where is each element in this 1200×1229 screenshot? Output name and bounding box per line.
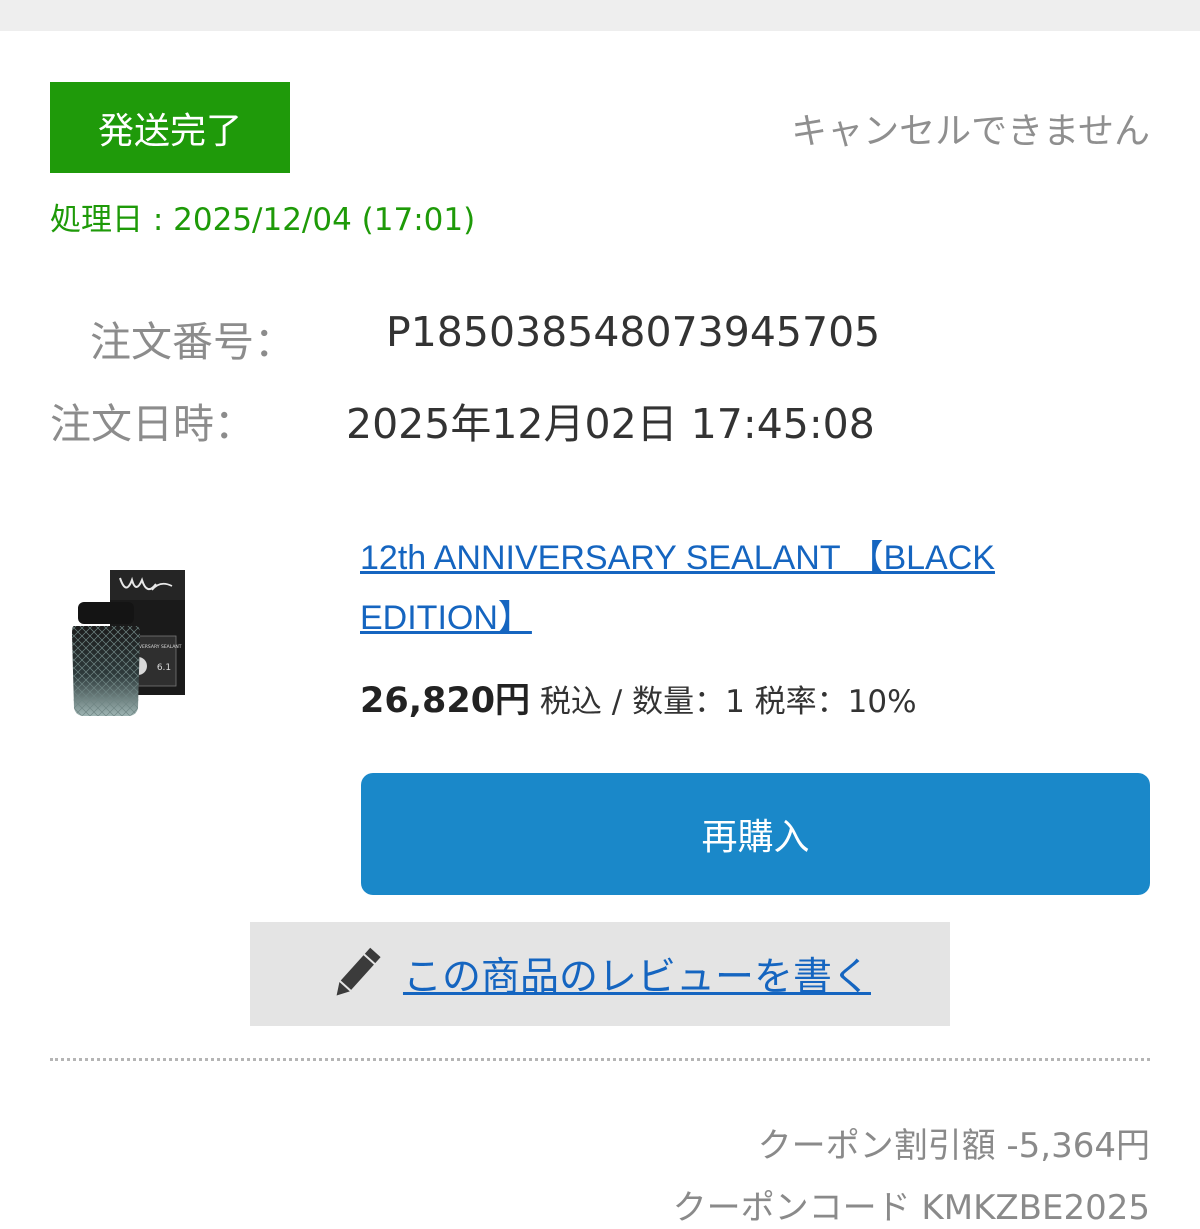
product-image[interactable]: 12TH ANNIVERSARY SEALANT 6.1: [70, 564, 188, 722]
jar-lid: [78, 602, 134, 624]
order-number-label: 注文番号：: [90, 318, 295, 366]
coupon-code: クーポンコード KMKZBE2025: [672, 1188, 1150, 1228]
price-amount: 26,820円: [360, 681, 531, 721]
order-datetime-value: 2025年12月02日 17:45:08: [346, 400, 875, 448]
price-row: 26,820円 税込 / 数量：1 税率：10%: [360, 672, 917, 723]
rebuy-button[interactable]: 再購入: [361, 773, 1150, 895]
order-datetime-label: 注文日時：: [50, 400, 255, 448]
status-badge: 発送完了: [50, 82, 290, 173]
box-volume-text: 6.1: [157, 663, 171, 673]
pencil-icon: [336, 947, 381, 996]
section-divider: [50, 1058, 1150, 1061]
write-review-button[interactable]: この商品のレビューを書く: [250, 922, 950, 1026]
top-band: [0, 0, 1200, 31]
write-review-link[interactable]: この商品のレビューを書く: [403, 946, 871, 1002]
coupon-discount: クーポン割引額 -5,364円: [757, 1126, 1150, 1166]
price-details: 税込 / 数量：1 税率：10%: [530, 684, 917, 720]
cancel-status-text: キャンセルできません: [791, 111, 1150, 152]
processed-date: 処理日 : 2025/12/04 (17:01): [50, 202, 476, 238]
order-number-value: P185038548073945705: [386, 308, 881, 356]
product-name-link[interactable]: 12th ANNIVERSARY SEALANT 【BLACK EDITION】: [360, 528, 1080, 648]
